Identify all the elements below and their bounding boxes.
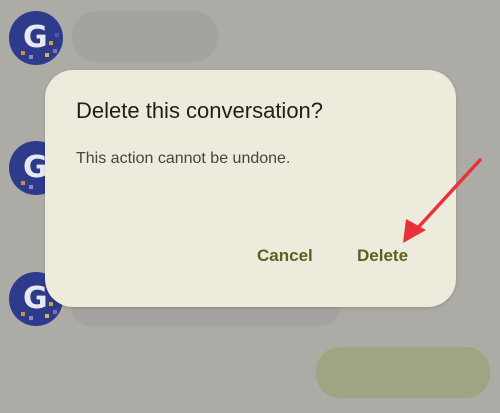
dialog-title: Delete this conversation? (76, 98, 324, 123)
delete-button[interactable]: Delete (357, 246, 408, 266)
delete-conversation-dialog: Delete this conversation? This action ca… (45, 70, 456, 307)
cancel-button[interactable]: Cancel (257, 246, 313, 266)
dialog-message: This action cannot be undone. (76, 150, 291, 167)
